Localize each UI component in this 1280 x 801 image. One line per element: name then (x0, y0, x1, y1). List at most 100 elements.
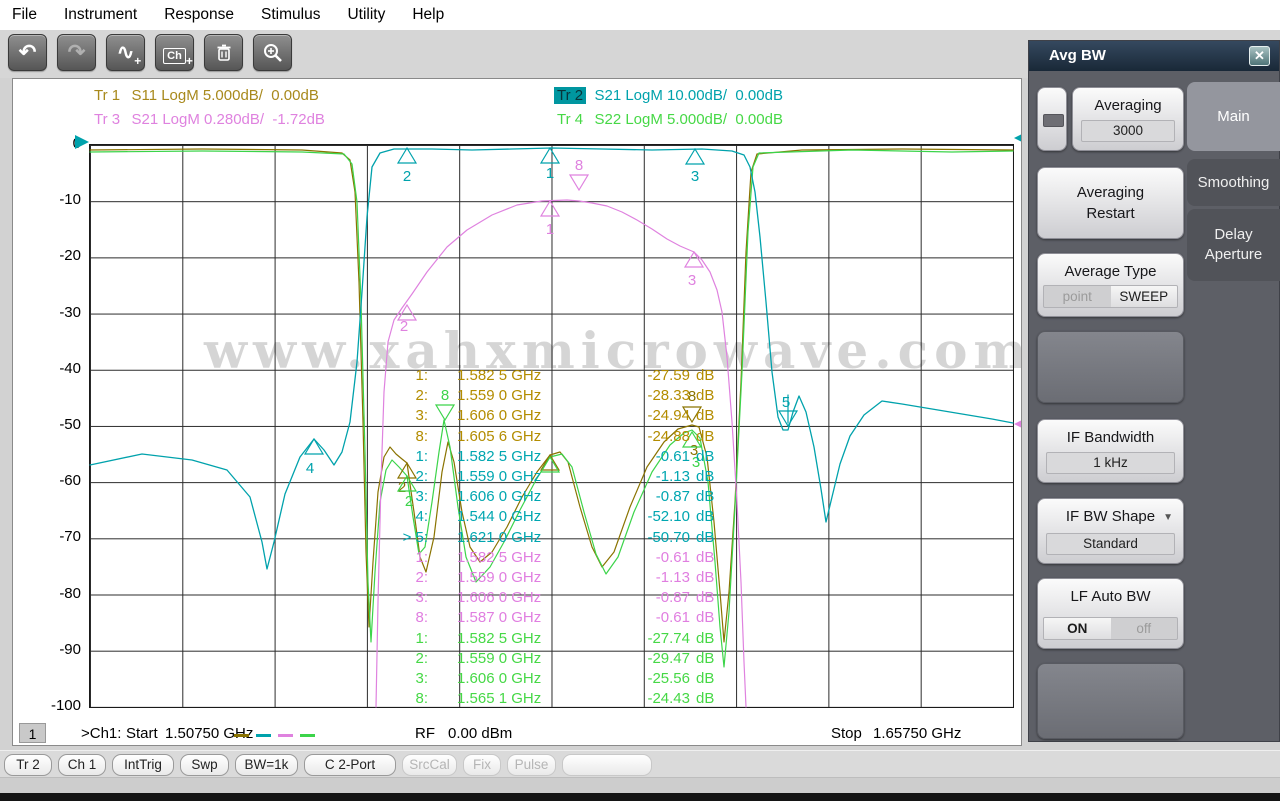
if-bandwidth-value[interactable]: 1 kHz (1046, 452, 1175, 474)
marker-readout-row: 2: 1.559 0 GHz -1.13 dB (350, 569, 714, 589)
lf-auto-bw-button[interactable]: LF Auto BW ON off (1037, 578, 1184, 649)
menu-bar: File Instrument Response Stimulus Utilit… (0, 0, 1280, 30)
marker-val: -0.87 (655, 488, 690, 506)
panel-close-button[interactable]: ✕ (1249, 46, 1270, 66)
marker-val: -1.13 (655, 569, 690, 586)
channel-number-button[interactable]: 1 (19, 723, 46, 743)
trace4-params: S22 LogM 5.000dB/ 0.00dB (594, 111, 783, 128)
marker-readout-row: 2: 1.559 0 GHz -1.13 dB (350, 468, 714, 488)
marker-num: 2: (415, 649, 428, 667)
marker-num: 2: (415, 468, 428, 485)
menu-stimulus[interactable]: Stimulus (261, 6, 320, 24)
trace1-label[interactable]: Tr 1 S11 LogM 5.000dB/ 0.00dB (91, 87, 319, 104)
status-button-swp[interactable]: Swp (180, 754, 229, 776)
average-type-option-point[interactable]: point (1044, 286, 1111, 307)
if-bw-shape-label: IF BW Shape (1065, 508, 1156, 525)
marker-readout-row: 8: 1.587 0 GHz -0.61 dB (350, 609, 714, 629)
rf-power-value[interactable]: 0.00 dBm (448, 725, 512, 742)
averaging-restart-button[interactable]: Averaging Restart (1037, 167, 1184, 239)
tab-main[interactable]: Main (1187, 82, 1280, 151)
status-button-pulse: Pulse (507, 754, 556, 776)
y-axis-tick: -100 (50, 697, 81, 714)
redo-icon: ↷ (67, 41, 86, 64)
average-type-option-sweep[interactable]: SWEEP (1110, 286, 1177, 307)
marker-val: -25.56 (647, 670, 690, 687)
y-axis-tick: -70 (59, 528, 81, 546)
marker-readout-row: 1: 1.582 5 GHz -0.61 dB (350, 549, 714, 569)
marker-readout-row: 3: 1.606 0 GHz -25.56 dB (350, 670, 715, 690)
y-axis-tick: -60 (59, 472, 81, 490)
lf-auto-bw-option-on[interactable]: ON (1044, 618, 1111, 639)
tab-smoothing[interactable]: Smoothing (1187, 159, 1280, 206)
averaging-restart-label: Averaging Restart (1076, 184, 1145, 222)
panel-title-bar: Avg BW ✕ (1029, 41, 1279, 71)
menu-instrument[interactable]: Instrument (64, 6, 137, 24)
marker-unit: dB (696, 367, 715, 384)
status-button-srccal: SrcCal (402, 754, 457, 776)
trace3-color-swatch (278, 734, 293, 737)
marker-number-label: 4 (306, 460, 314, 477)
marker-number-label: 8 (575, 157, 583, 174)
marker-unit: dB (696, 649, 715, 667)
delete-button[interactable] (204, 34, 243, 71)
stop-label[interactable]: Stop (831, 725, 862, 742)
avg-bw-panel: Avg BW ✕ Main Smoothing Delay Aperture A… (1028, 40, 1280, 742)
average-type-button[interactable]: Average Type point SWEEP (1037, 253, 1184, 317)
menu-help[interactable]: Help (412, 6, 444, 24)
status-button-ch-1[interactable]: Ch 1 (58, 754, 106, 776)
marker-num: 1: (415, 367, 428, 384)
menu-utility[interactable]: Utility (347, 6, 385, 24)
tab-smoothing-label: Smoothing (1197, 173, 1270, 191)
marker-unit: dB (696, 427, 715, 445)
status-button-tr-2[interactable]: Tr 2 (4, 754, 52, 776)
y-axis-tick: -90 (59, 640, 81, 658)
undo-button[interactable]: ↶ (8, 34, 47, 71)
averaging-value[interactable]: 3000 (1081, 120, 1175, 142)
lf-auto-bw-option-off[interactable]: off (1111, 618, 1178, 639)
status-button-inttrig[interactable]: IntTrig (112, 754, 174, 776)
marker-num: 1: (415, 629, 428, 647)
marker-num: > 5: (402, 528, 428, 546)
averaging-label: Averaging (1094, 97, 1162, 114)
marker-readout-row: 1: 1.582 5 GHz -0.61 dB (350, 447, 715, 468)
marker-readout-row: 2: 1.559 0 GHz -28.33 dB (350, 387, 715, 407)
marker-number-label: 2 (400, 318, 408, 335)
marker-unit: dB (696, 508, 715, 526)
lf-auto-bw-label: LF Auto BW (1070, 588, 1151, 605)
averaging-button[interactable]: Averaging 3000 (1072, 87, 1184, 151)
marker-val: -50.70 (647, 528, 690, 546)
marker-unit: dB (696, 690, 715, 708)
marker-unit: dB (696, 447, 715, 465)
if-bw-shape-button[interactable]: IF BW Shape ▼ Standard (1037, 498, 1184, 564)
zoom-button[interactable] (253, 34, 292, 71)
trace4-id: Tr 4 (557, 111, 584, 128)
menu-response[interactable]: Response (164, 6, 234, 24)
marker-val: -24.94 (647, 407, 690, 425)
add-trace-button[interactable]: ∿ + (106, 34, 145, 71)
y-axis-tick: 0 (19, 135, 81, 153)
averaging-toggle-button[interactable] (1037, 87, 1067, 151)
if-bandwidth-button[interactable]: IF Bandwidth 1 kHz (1037, 419, 1184, 483)
status-button-fix: Fix (463, 754, 501, 776)
if-bw-shape-value[interactable]: Standard (1046, 533, 1175, 555)
marker-unit: dB (696, 670, 715, 687)
marker-number-label: 2 (403, 168, 411, 185)
trace2-label[interactable]: Tr 2 S21 LogM 10.00dB/ 0.00dB (554, 87, 783, 104)
status-button-bw-1k[interactable]: BW=1k (235, 754, 298, 776)
plot-area[interactable]: www.xahxmicrowave.com 213458123283823 1:… (75, 134, 1021, 708)
trace4-label[interactable]: Tr 4 S22 LogM 5.000dB/ 0.00dB (554, 111, 783, 128)
add-channel-button[interactable]: Ch + (155, 34, 194, 71)
tab-delay-aperture[interactable]: Delay Aperture (1187, 209, 1280, 281)
stop-value[interactable]: 1.65750 GHz (873, 725, 961, 742)
marker-num: 1: (415, 447, 428, 465)
if-bandwidth-label: IF Bandwidth (1066, 429, 1155, 446)
marker-num: 3: (415, 670, 428, 687)
start-label[interactable]: Start (126, 725, 158, 742)
redo-button[interactable]: ↷ (57, 34, 96, 71)
marker-unit: dB (696, 387, 715, 405)
trace3-label[interactable]: Tr 3 S21 LogM 0.280dB/ -1.72dB (91, 111, 325, 128)
marker-num: 8: (415, 427, 428, 445)
trace2-color-swatch (256, 734, 271, 737)
menu-file[interactable]: File (12, 6, 37, 24)
status-button-c-2-port[interactable]: C 2-Port (304, 754, 396, 776)
